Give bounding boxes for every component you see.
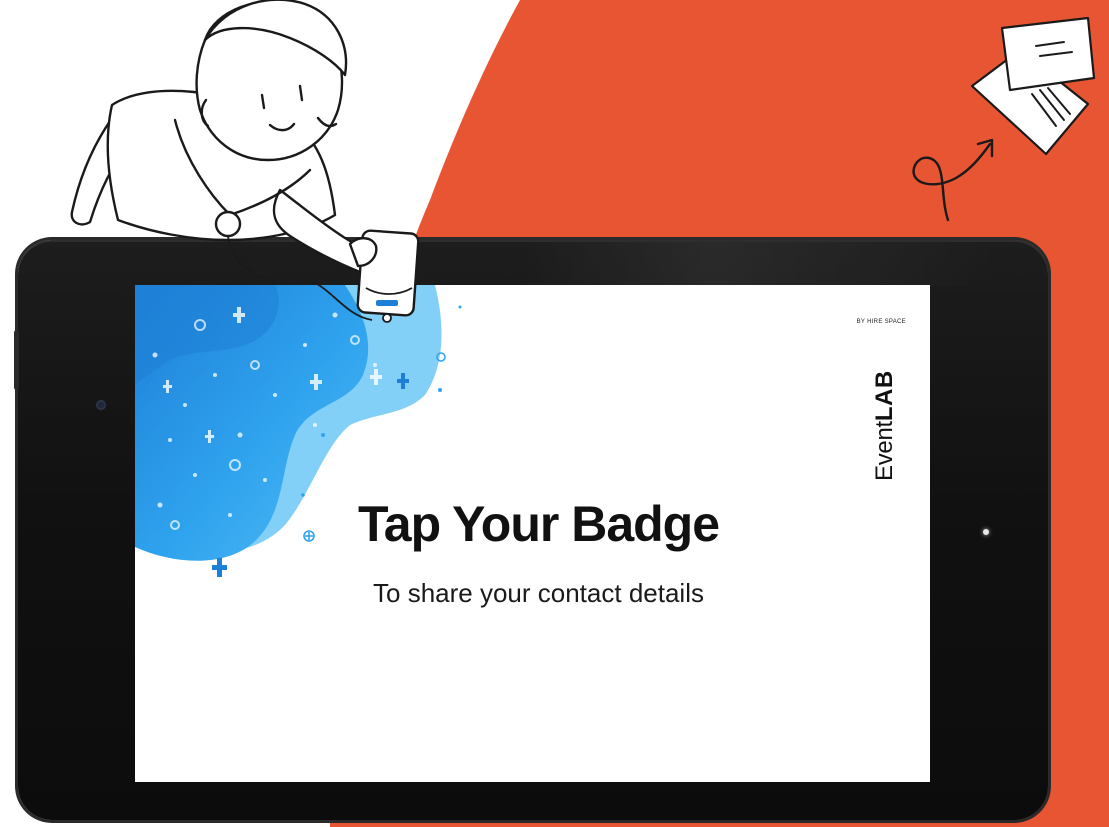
curly-arrow-icon: [912, 138, 994, 222]
eventlab-logo: EventLAB: [871, 370, 898, 481]
headline: Tap Your Badge: [357, 496, 720, 552]
subheadline: To share your contact details: [373, 578, 704, 608]
byline-text: BY HIRE SPACE: [856, 319, 906, 325]
sensor-light: [983, 529, 989, 535]
promo-scene: BY HIRE SPACE EventLAB Tap Your Badge To…: [0, 0, 1109, 827]
tablet-side-button[interactable]: [14, 330, 19, 390]
logo-word-event: Event: [871, 421, 898, 481]
tablet-screen[interactable]: BY HIRE SPACE EventLAB Tap Your Badge To…: [135, 285, 930, 782]
front-camera: [96, 400, 106, 410]
logo-word-lab: LAB: [871, 370, 898, 422]
